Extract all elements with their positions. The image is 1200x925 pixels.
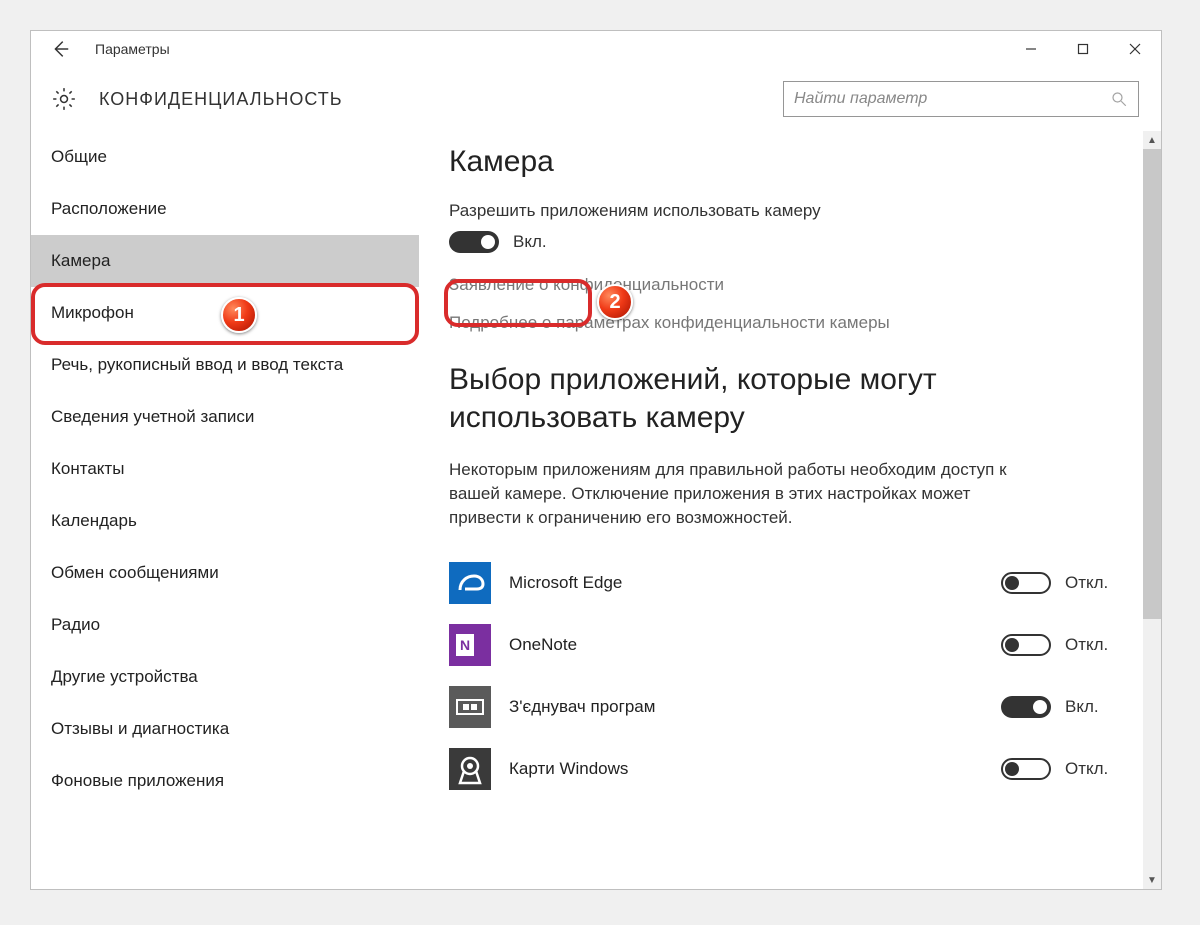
settings-window: Параметры КОНФИДЕНЦИАЛЬНОСТЬ (30, 30, 1162, 890)
sidebar-item-3[interactable]: Микрофон (31, 287, 419, 339)
search-box[interactable] (783, 81, 1139, 117)
sidebar-item-2[interactable]: Камера (31, 235, 419, 287)
app-toggle-1[interactable] (1001, 634, 1051, 656)
app-toggle-text: Откл. (1065, 635, 1108, 655)
sidebar-item-6[interactable]: Контакты (31, 443, 419, 495)
app-toggle-wrap: Откл. (1001, 572, 1131, 594)
sidebar-item-12[interactable]: Фоновые приложения (31, 755, 419, 807)
scroll-down-arrow[interactable]: ▼ (1143, 871, 1161, 889)
sidebar-item-9[interactable]: Радио (31, 599, 419, 651)
sidebar-item-4[interactable]: Речь, рукописный ввод и ввод текста (31, 339, 419, 391)
window-controls (1005, 31, 1161, 67)
app-toggle-0[interactable] (1001, 572, 1051, 594)
app-row-0: Microsoft Edge Откл. (449, 552, 1131, 614)
maximize-button[interactable] (1057, 31, 1109, 67)
sidebar-item-10[interactable]: Другие устройства (31, 651, 419, 703)
svg-text:N: N (460, 637, 470, 653)
sidebar-item-8[interactable]: Обмен сообщениями (31, 547, 419, 599)
apps-list: Microsoft Edge Откл. N OneNote Откл. З'єднува… (449, 552, 1131, 800)
maps-icon (449, 748, 491, 790)
camera-master-toggle-row: Вкл. (449, 231, 1131, 253)
sidebar-item-0[interactable]: Общие (31, 131, 419, 183)
page-title: Камера (449, 145, 1131, 179)
app-name: OneNote (509, 635, 1001, 655)
app-toggle-wrap: Вкл. (1001, 696, 1131, 718)
scrollbar-thumb[interactable] (1143, 149, 1161, 619)
camera-master-toggle-text: Вкл. (513, 232, 547, 252)
privacy-statement-link[interactable]: Заявление о конфиденциальности (449, 275, 1131, 295)
app-row-3: Карти Windows Откл. (449, 738, 1131, 800)
gear-icon (51, 86, 77, 112)
app-name: Microsoft Edge (509, 573, 1001, 593)
onenote-icon: N (449, 624, 491, 666)
section-title: КОНФИДЕНЦИАЛЬНОСТЬ (99, 89, 343, 110)
learn-more-link[interactable]: Подробнее о параметрах конфиденциальност… (449, 313, 1131, 333)
app-toggle-text: Откл. (1065, 573, 1108, 593)
body: ОбщиеРасположениеКамераМикрофонРечь, рук… (31, 131, 1161, 889)
sidebar-item-11[interactable]: Отзывы и диагностика (31, 703, 419, 755)
app-name: З'єднувач програм (509, 697, 1001, 717)
app-row-1: N OneNote Откл. (449, 614, 1131, 676)
allow-camera-label: Разрешить приложениям использовать камер… (449, 201, 1131, 221)
sidebar: ОбщиеРасположениеКамераМикрофонРечь, рук… (31, 131, 419, 889)
edge-icon (449, 562, 491, 604)
app-toggle-3[interactable] (1001, 758, 1051, 780)
connector-icon (449, 686, 491, 728)
scroll-up-arrow[interactable]: ▲ (1143, 131, 1161, 149)
app-toggle-wrap: Откл. (1001, 758, 1131, 780)
search-icon (1110, 90, 1128, 108)
apps-section-title: Выбор приложений, которые могут использо… (449, 361, 1131, 438)
app-row-2: З'єднувач програм Вкл. (449, 676, 1131, 738)
search-input[interactable] (794, 90, 1110, 108)
sidebar-item-7[interactable]: Календарь (31, 495, 419, 547)
sidebar-item-1[interactable]: Расположение (31, 183, 419, 235)
titlebar: Параметры (31, 31, 1161, 67)
content-pane: Камера Разрешить приложениям использоват… (419, 131, 1161, 889)
header: КОНФИДЕНЦИАЛЬНОСТЬ (31, 67, 1161, 131)
app-toggle-2[interactable] (1001, 696, 1051, 718)
minimize-button[interactable] (1005, 31, 1057, 67)
scrollbar-track[interactable]: ▲ ▼ (1143, 131, 1161, 889)
close-button[interactable] (1109, 31, 1161, 67)
back-button[interactable] (49, 38, 71, 60)
sidebar-item-5[interactable]: Сведения учетной записи (31, 391, 419, 443)
app-toggle-wrap: Откл. (1001, 634, 1131, 656)
app-title: Параметры (95, 41, 170, 57)
app-toggle-text: Вкл. (1065, 697, 1099, 717)
app-name: Карти Windows (509, 759, 1001, 779)
apps-section-description: Некоторым приложениям для правильной раб… (449, 458, 1019, 530)
app-toggle-text: Откл. (1065, 759, 1108, 779)
camera-master-toggle[interactable] (449, 231, 499, 253)
